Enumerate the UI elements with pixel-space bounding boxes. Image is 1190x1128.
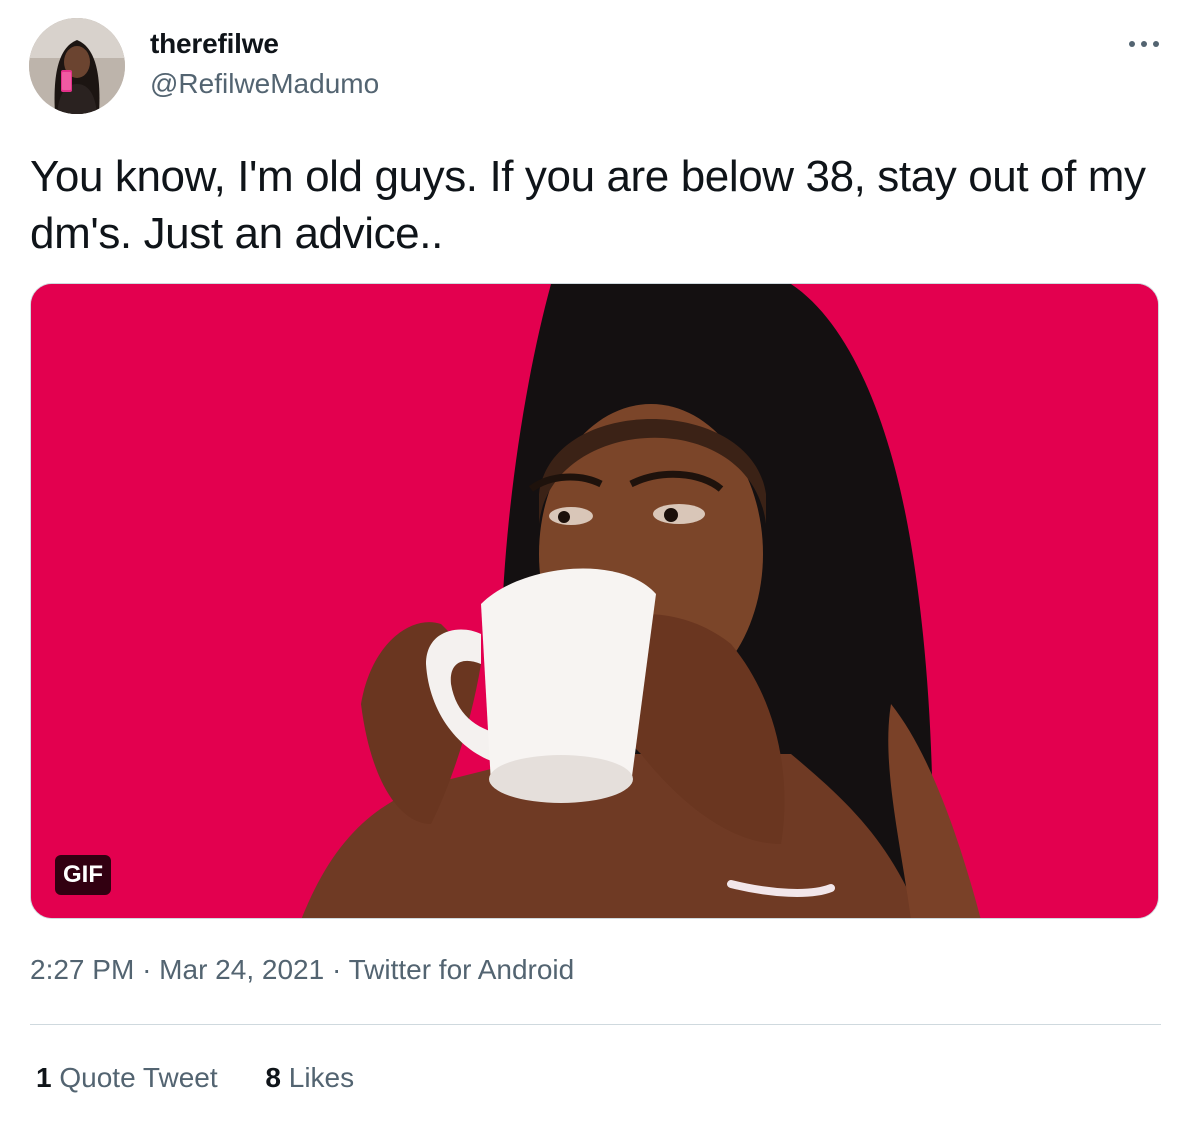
more-icon-dot <box>1141 41 1147 47</box>
meta-separator: · <box>142 954 152 985</box>
divider <box>30 1024 1161 1025</box>
gif-badge: GIF <box>55 855 111 895</box>
display-name[interactable]: therefilwe <box>150 28 279 60</box>
quote-tweets-stat[interactable]: 1 Quote Tweet <box>36 1062 218 1094</box>
more-icon-dot <box>1129 41 1135 47</box>
more-icon[interactable] <box>1122 30 1166 58</box>
avatar[interactable] <box>29 18 125 114</box>
gif-image <box>31 284 1158 918</box>
tweet-text: You know, I'm old guys. If you are below… <box>30 152 1146 258</box>
like-count: 8 <box>265 1062 281 1093</box>
tweet-source[interactable]: Twitter for Android <box>349 954 575 985</box>
like-label: Likes <box>288 1062 355 1093</box>
tweet-time[interactable]: 2:27 PM <box>30 954 134 985</box>
likes-stat[interactable]: 8 Likes <box>265 1062 354 1094</box>
tweet-date[interactable]: Mar 24, 2021 <box>159 954 324 985</box>
avatar-image <box>29 18 125 114</box>
tweet-stats: 1 Quote Tweet 8 Likes <box>36 1062 354 1094</box>
user-handle[interactable]: @RefilweMadumo <box>150 68 379 100</box>
quote-tweet-count: 1 <box>36 1062 52 1093</box>
tweet-meta: 2:27 PM · Mar 24, 2021 · Twitter for And… <box>30 954 574 986</box>
quote-tweet-label: Quote Tweet <box>59 1062 218 1093</box>
more-icon-dot <box>1153 41 1159 47</box>
tweet-gif-media[interactable]: GIF <box>30 283 1159 919</box>
tweet: therefilwe @RefilweMadumo You know, I'm … <box>0 0 1190 1128</box>
meta-separator: · <box>331 954 342 985</box>
